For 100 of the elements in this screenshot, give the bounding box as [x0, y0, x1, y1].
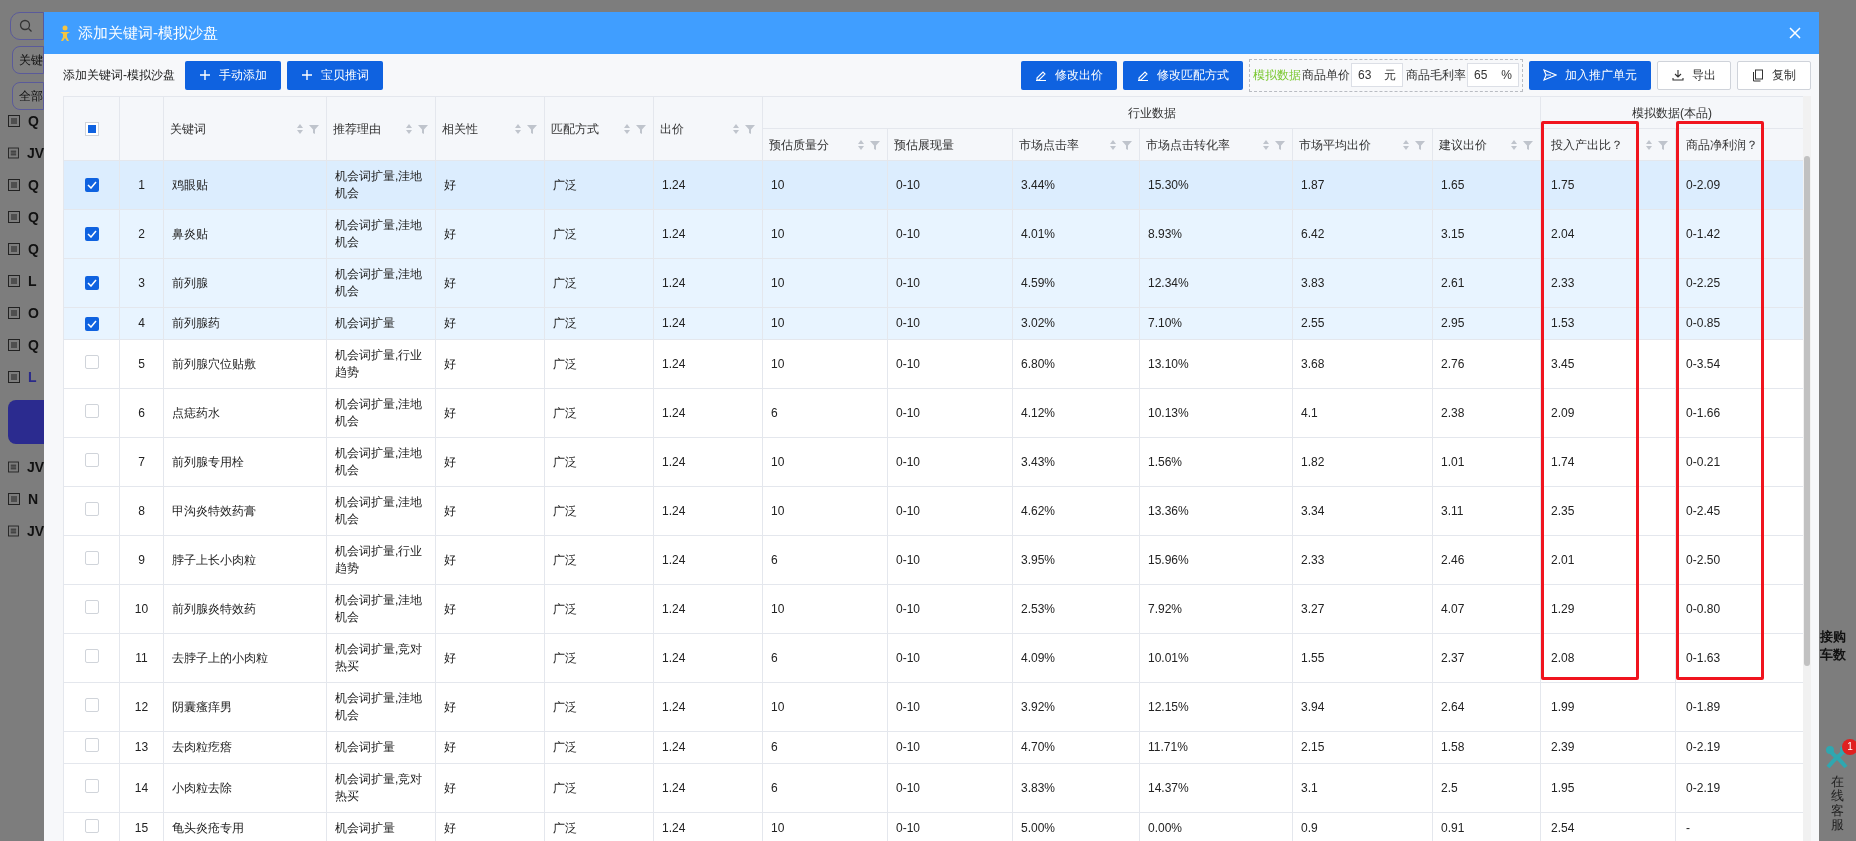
table-cell: 4.70% — [1012, 731, 1140, 764]
search-field[interactable] — [10, 12, 44, 40]
table-cell: 1.24 — [653, 388, 763, 438]
table-cell: 13.10% — [1139, 339, 1293, 389]
column-header[interactable]: 匹配方式 — [551, 119, 619, 138]
checkbox[interactable] — [84, 354, 99, 369]
table-cell: 10 — [762, 584, 888, 634]
sidebar-item[interactable]: Q — [28, 176, 39, 194]
table-cell: 1.55 — [1292, 633, 1433, 683]
checkbox[interactable] — [84, 121, 99, 136]
checkbox[interactable] — [84, 178, 99, 192]
table-cell: 前列腺药 — [163, 307, 327, 340]
sidebar-item[interactable]: Q — [28, 336, 39, 354]
column-header[interactable]: 出价 — [660, 119, 728, 138]
table-cell: 0-10 — [887, 339, 1013, 389]
table-cell: 2 — [119, 209, 164, 259]
table-cell: 12.34% — [1139, 258, 1293, 308]
sidebar-item[interactable]: JV — [26, 144, 44, 162]
table-cell: 12.15% — [1139, 682, 1293, 732]
table-cell: 5 — [119, 339, 164, 389]
table-cell: 4.07 — [1432, 584, 1541, 634]
toolbar-label: 添加关键词-模拟沙盘 — [63, 67, 175, 84]
sidebar-item[interactable]: O — [28, 304, 39, 322]
table-cell: 1.24 — [653, 731, 763, 764]
chat-label[interactable]: 在线客服 — [1830, 775, 1844, 833]
table-cell: 机会词扩量,洼地机会 — [326, 388, 436, 438]
table-cell: 4.12% — [1012, 388, 1140, 438]
checkbox[interactable] — [84, 501, 99, 516]
table-cell: 广泛 — [544, 307, 654, 340]
sidebar-item[interactable]: Q — [28, 112, 39, 130]
column-header[interactable]: 推荐理由 — [333, 119, 401, 138]
table-cell: 2.39 — [1540, 731, 1676, 764]
table-cell: 甲沟炎特效药膏 — [163, 486, 327, 536]
table-cell: 0-10 — [887, 584, 1013, 634]
table-cell: 2.61 — [1432, 258, 1541, 308]
checkbox[interactable] — [84, 819, 99, 833]
table-cell: 7 — [119, 437, 164, 487]
table-cell: 4.59% — [1012, 258, 1140, 308]
sidebar-item[interactable]: Q — [28, 240, 39, 258]
checkbox[interactable] — [84, 738, 99, 752]
checkbox[interactable] — [84, 778, 99, 793]
table-cell: 12 — [119, 682, 164, 732]
table-cell: 1.24 — [653, 535, 763, 585]
table-cell: 0-10 — [887, 682, 1013, 732]
table-cell: 1.24 — [653, 209, 763, 259]
action-button[interactable]: 加入推广单元 — [1529, 60, 1651, 90]
action-button[interactable]: 修改出价 — [1021, 60, 1117, 90]
filter-dropdown[interactable]: 全部 — [12, 82, 44, 110]
checkbox[interactable] — [84, 550, 99, 565]
table-cell: 11 — [119, 633, 164, 683]
table-cell: 广泛 — [544, 160, 654, 210]
table-cell: 3.34 — [1292, 486, 1433, 536]
filter-dropdown[interactable]: 关键 — [12, 46, 44, 74]
table-cell: 前列腺专用栓 — [163, 437, 327, 487]
document-icon — [8, 493, 20, 505]
table-cell: 8.93% — [1139, 209, 1293, 259]
table-cell: 2.37 — [1432, 633, 1541, 683]
search-icon — [19, 19, 33, 33]
sidebar-item[interactable]: Q — [28, 208, 39, 226]
checkbox[interactable] — [84, 697, 99, 712]
action-button[interactable]: 修改匹配方式 — [1123, 60, 1243, 90]
table-cell: 鸡眼贴 — [163, 160, 327, 210]
table-cell: 2.15 — [1292, 731, 1433, 764]
scrollbar[interactable] — [1803, 96, 1811, 841]
checkbox[interactable] — [84, 276, 99, 290]
table-cell: 鼻炎贴 — [163, 209, 327, 259]
column-header[interactable]: 相关性 — [442, 119, 510, 138]
table-cell: 广泛 — [544, 584, 654, 634]
input-field[interactable]: 63 元 — [1351, 63, 1403, 87]
input-field[interactable]: 65 % — [1467, 63, 1519, 87]
action-button[interactable]: 宝贝推词 — [287, 60, 383, 90]
sidebar-item[interactable]: L — [28, 272, 37, 290]
check-icon — [86, 279, 97, 287]
table-cell: 0-10 — [887, 258, 1013, 308]
sidebar-item[interactable]: JV — [26, 522, 44, 540]
document-icon — [8, 275, 20, 287]
table-cell: 机会词扩量 — [326, 307, 436, 340]
action-button[interactable]: 导出 — [1657, 60, 1731, 90]
checkbox[interactable] — [84, 599, 99, 614]
download-icon — [1672, 69, 1684, 81]
action-button[interactable]: 复制 — [1737, 60, 1811, 90]
checkbox[interactable] — [84, 452, 99, 467]
sidebar-item[interactable]: JV — [26, 458, 44, 476]
table-cell: 3.43% — [1012, 437, 1140, 487]
checkbox[interactable] — [84, 316, 99, 331]
sidebar-item[interactable]: L — [28, 368, 37, 386]
table-cell: 13 — [119, 731, 164, 764]
table-cell: 机会词扩量,洼地机会 — [326, 209, 436, 259]
checkbox[interactable] — [84, 403, 99, 418]
table-cell: 广泛 — [544, 535, 654, 585]
checkbox[interactable] — [84, 227, 99, 241]
document-icon — [8, 211, 20, 223]
sidebar-item[interactable]: N — [28, 490, 39, 508]
table-cell: 好 — [435, 633, 545, 683]
table-cell: 好 — [435, 731, 545, 764]
table-cell: 机会词扩量,洼地机会 — [326, 486, 436, 536]
table-cell: 1.99 — [1540, 682, 1676, 732]
checkbox[interactable] — [84, 648, 99, 663]
action-button[interactable]: 手动添加 — [185, 60, 281, 90]
table-cell: 1.24 — [653, 682, 763, 732]
